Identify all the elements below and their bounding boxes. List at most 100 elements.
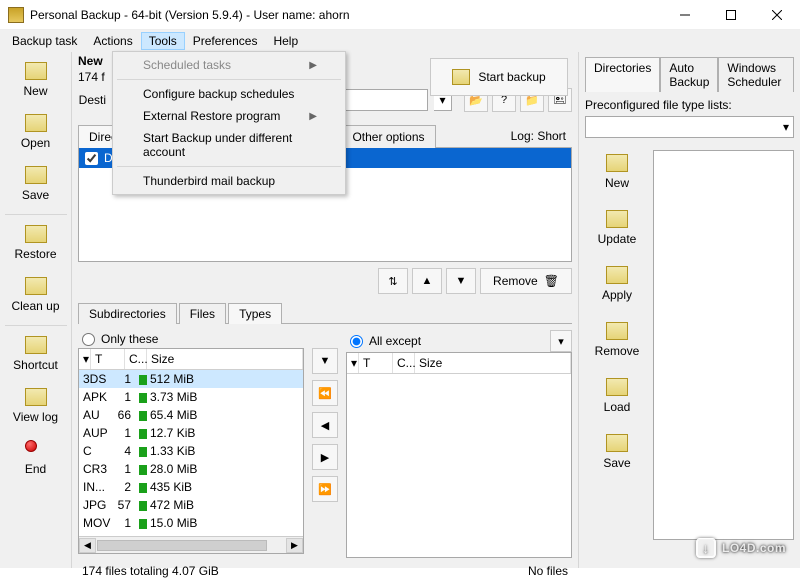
dd-thunderbird[interactable]: Thunderbird mail backup bbox=[115, 170, 343, 192]
table-header[interactable]: ▾ T C... Size bbox=[347, 353, 571, 374]
type-transfer-buttons: ▼ ⏪ ◀ ▶ ⏩ bbox=[312, 330, 338, 558]
rtab-winscheduler[interactable]: Windows Scheduler bbox=[718, 57, 794, 92]
menu-backup-task[interactable]: Backup task bbox=[4, 32, 85, 50]
all-except-menu[interactable]: ▾ bbox=[550, 330, 572, 352]
type-row[interactable]: AU6665.4 MiB bbox=[79, 406, 303, 424]
separator bbox=[5, 214, 67, 215]
move-up-button[interactable]: ▲ bbox=[412, 268, 442, 294]
move-down-button[interactable]: ▼ bbox=[446, 268, 476, 294]
tool-end[interactable]: End bbox=[4, 434, 68, 484]
type-row[interactable]: 3DS1512 MiB bbox=[79, 370, 303, 388]
start-backup-button[interactable]: Start backup bbox=[430, 58, 568, 96]
tool-viewlog[interactable]: View log bbox=[4, 382, 68, 432]
new-icon bbox=[25, 62, 47, 80]
save-icon bbox=[25, 166, 47, 184]
menubar: Backup task Actions Tools Preferences He… bbox=[0, 30, 800, 52]
only-these-list[interactable]: ▾ T C... Size 3DS1512 MiBAPK13.73 MiBAU6… bbox=[78, 348, 304, 554]
footer-left: 174 files totaling 4.07 GiB bbox=[82, 564, 219, 578]
new-icon bbox=[606, 154, 628, 172]
separator bbox=[5, 325, 67, 326]
tool-save[interactable]: Save bbox=[4, 160, 68, 210]
shortcut-icon bbox=[25, 336, 47, 354]
scroll-thumb[interactable] bbox=[97, 540, 267, 551]
scroll-right-arrow[interactable]: ▶ bbox=[286, 538, 303, 553]
move-left-button[interactable]: ◀ bbox=[312, 412, 338, 438]
rbtn-remove[interactable]: Remove bbox=[587, 318, 647, 364]
type-row[interactable]: AUP112.7 KiB bbox=[79, 424, 303, 442]
tool-shortcut[interactable]: Shortcut bbox=[4, 330, 68, 380]
left-toolbar: New Open Save Restore Clean up Shortcut … bbox=[0, 52, 72, 568]
tool-open[interactable]: Open bbox=[4, 108, 68, 158]
right-tabs: Directories Auto Backup Windows Schedule… bbox=[585, 56, 794, 92]
dd-configure-schedules[interactable]: Configure backup schedules bbox=[115, 83, 343, 105]
remove-icon bbox=[606, 322, 628, 340]
minimize-button[interactable] bbox=[662, 0, 708, 30]
table-header[interactable]: ▾ T C... Size bbox=[79, 349, 303, 370]
type-row[interactable]: CR3128.0 MiB bbox=[79, 460, 303, 478]
type-row[interactable]: C41.33 KiB bbox=[79, 442, 303, 460]
remove-button[interactable]: Remove🗑 bbox=[480, 268, 572, 294]
preconf-list[interactable] bbox=[653, 150, 794, 540]
dd-external-restore[interactable]: External Restore program ▶ bbox=[115, 105, 343, 127]
log-label[interactable]: Log: Short bbox=[505, 125, 572, 147]
preconf-label: Preconfigured file type lists: bbox=[585, 98, 794, 112]
rtab-autobackup[interactable]: Auto Backup bbox=[660, 57, 718, 92]
remove-icon: 🗑 bbox=[544, 274, 559, 288]
tool-new[interactable]: New bbox=[4, 56, 68, 106]
type-row[interactable]: APK13.73 MiB bbox=[79, 388, 303, 406]
type-row[interactable]: MOV115.0 MiB bbox=[79, 514, 303, 532]
apply-icon bbox=[606, 266, 628, 284]
subtab-types[interactable]: Types bbox=[228, 303, 282, 324]
type-row[interactable]: IN...2435 KiB bbox=[79, 478, 303, 496]
open-icon bbox=[25, 114, 47, 132]
update-icon bbox=[606, 210, 628, 228]
chevron-right-icon: ▶ bbox=[309, 111, 317, 122]
only-these-radio[interactable]: Only these bbox=[78, 330, 304, 348]
menu-help[interactable]: Help bbox=[265, 32, 306, 50]
dd-scheduled-tasks[interactable]: Scheduled tasks ▶ bbox=[115, 54, 343, 76]
horizontal-scrollbar[interactable]: ◀ ▶ bbox=[79, 536, 303, 553]
app-icon bbox=[8, 7, 24, 23]
scroll-left-arrow[interactable]: ◀ bbox=[79, 538, 96, 553]
end-icon bbox=[25, 440, 47, 458]
preconf-dropdown[interactable]: ▾ bbox=[585, 116, 794, 138]
subtab-subdirectories[interactable]: Subdirectories bbox=[78, 303, 177, 324]
rbtn-load[interactable]: Load bbox=[587, 374, 647, 420]
directory-checkbox[interactable] bbox=[85, 152, 98, 165]
save-icon bbox=[606, 434, 628, 452]
rbtn-apply[interactable]: Apply bbox=[587, 262, 647, 308]
tools-dropdown: Scheduled tasks ▶ Configure backup sched… bbox=[112, 51, 346, 195]
subtab-files[interactable]: Files bbox=[179, 303, 226, 324]
rbtn-save[interactable]: Save bbox=[587, 430, 647, 476]
menu-preferences[interactable]: Preferences bbox=[185, 32, 266, 50]
menu-separator bbox=[117, 166, 341, 167]
window-title: Personal Backup - 64-bit (Version 5.9.4)… bbox=[30, 8, 662, 22]
chevron-right-icon: ▶ bbox=[309, 60, 317, 71]
tab-other-options[interactable]: Other options bbox=[341, 125, 435, 148]
dest-label: Desti bbox=[78, 93, 106, 107]
cleanup-icon bbox=[25, 277, 47, 295]
swap-button[interactable]: ⇅ bbox=[378, 268, 408, 294]
move-all-right-button[interactable]: ⏩ bbox=[312, 476, 338, 502]
task-name: New bbox=[78, 54, 103, 68]
titlebar: Personal Backup - 64-bit (Version 5.9.4)… bbox=[0, 0, 800, 30]
maximize-button[interactable] bbox=[708, 0, 754, 30]
menu-tools[interactable]: Tools bbox=[141, 32, 185, 50]
close-button[interactable] bbox=[754, 0, 800, 30]
type-row[interactable]: JPG57472 MiB bbox=[79, 496, 303, 514]
sort-button[interactable]: ▼ bbox=[312, 348, 338, 374]
dd-start-backup-other[interactable]: Start Backup under different account bbox=[115, 127, 343, 163]
tool-restore[interactable]: Restore bbox=[4, 219, 68, 269]
menu-separator bbox=[117, 79, 341, 80]
rtab-directories[interactable]: Directories bbox=[585, 57, 660, 92]
all-except-list[interactable]: ▾ T C... Size bbox=[346, 352, 572, 558]
load-icon bbox=[606, 378, 628, 396]
move-all-left-button[interactable]: ⏪ bbox=[312, 380, 338, 406]
tool-cleanup[interactable]: Clean up bbox=[4, 271, 68, 321]
menu-actions[interactable]: Actions bbox=[85, 32, 140, 50]
all-except-radio[interactable]: All except bbox=[346, 332, 550, 350]
move-right-button[interactable]: ▶ bbox=[312, 444, 338, 470]
viewlog-icon bbox=[25, 388, 47, 406]
rbtn-update[interactable]: Update bbox=[587, 206, 647, 252]
rbtn-new[interactable]: New bbox=[587, 150, 647, 196]
